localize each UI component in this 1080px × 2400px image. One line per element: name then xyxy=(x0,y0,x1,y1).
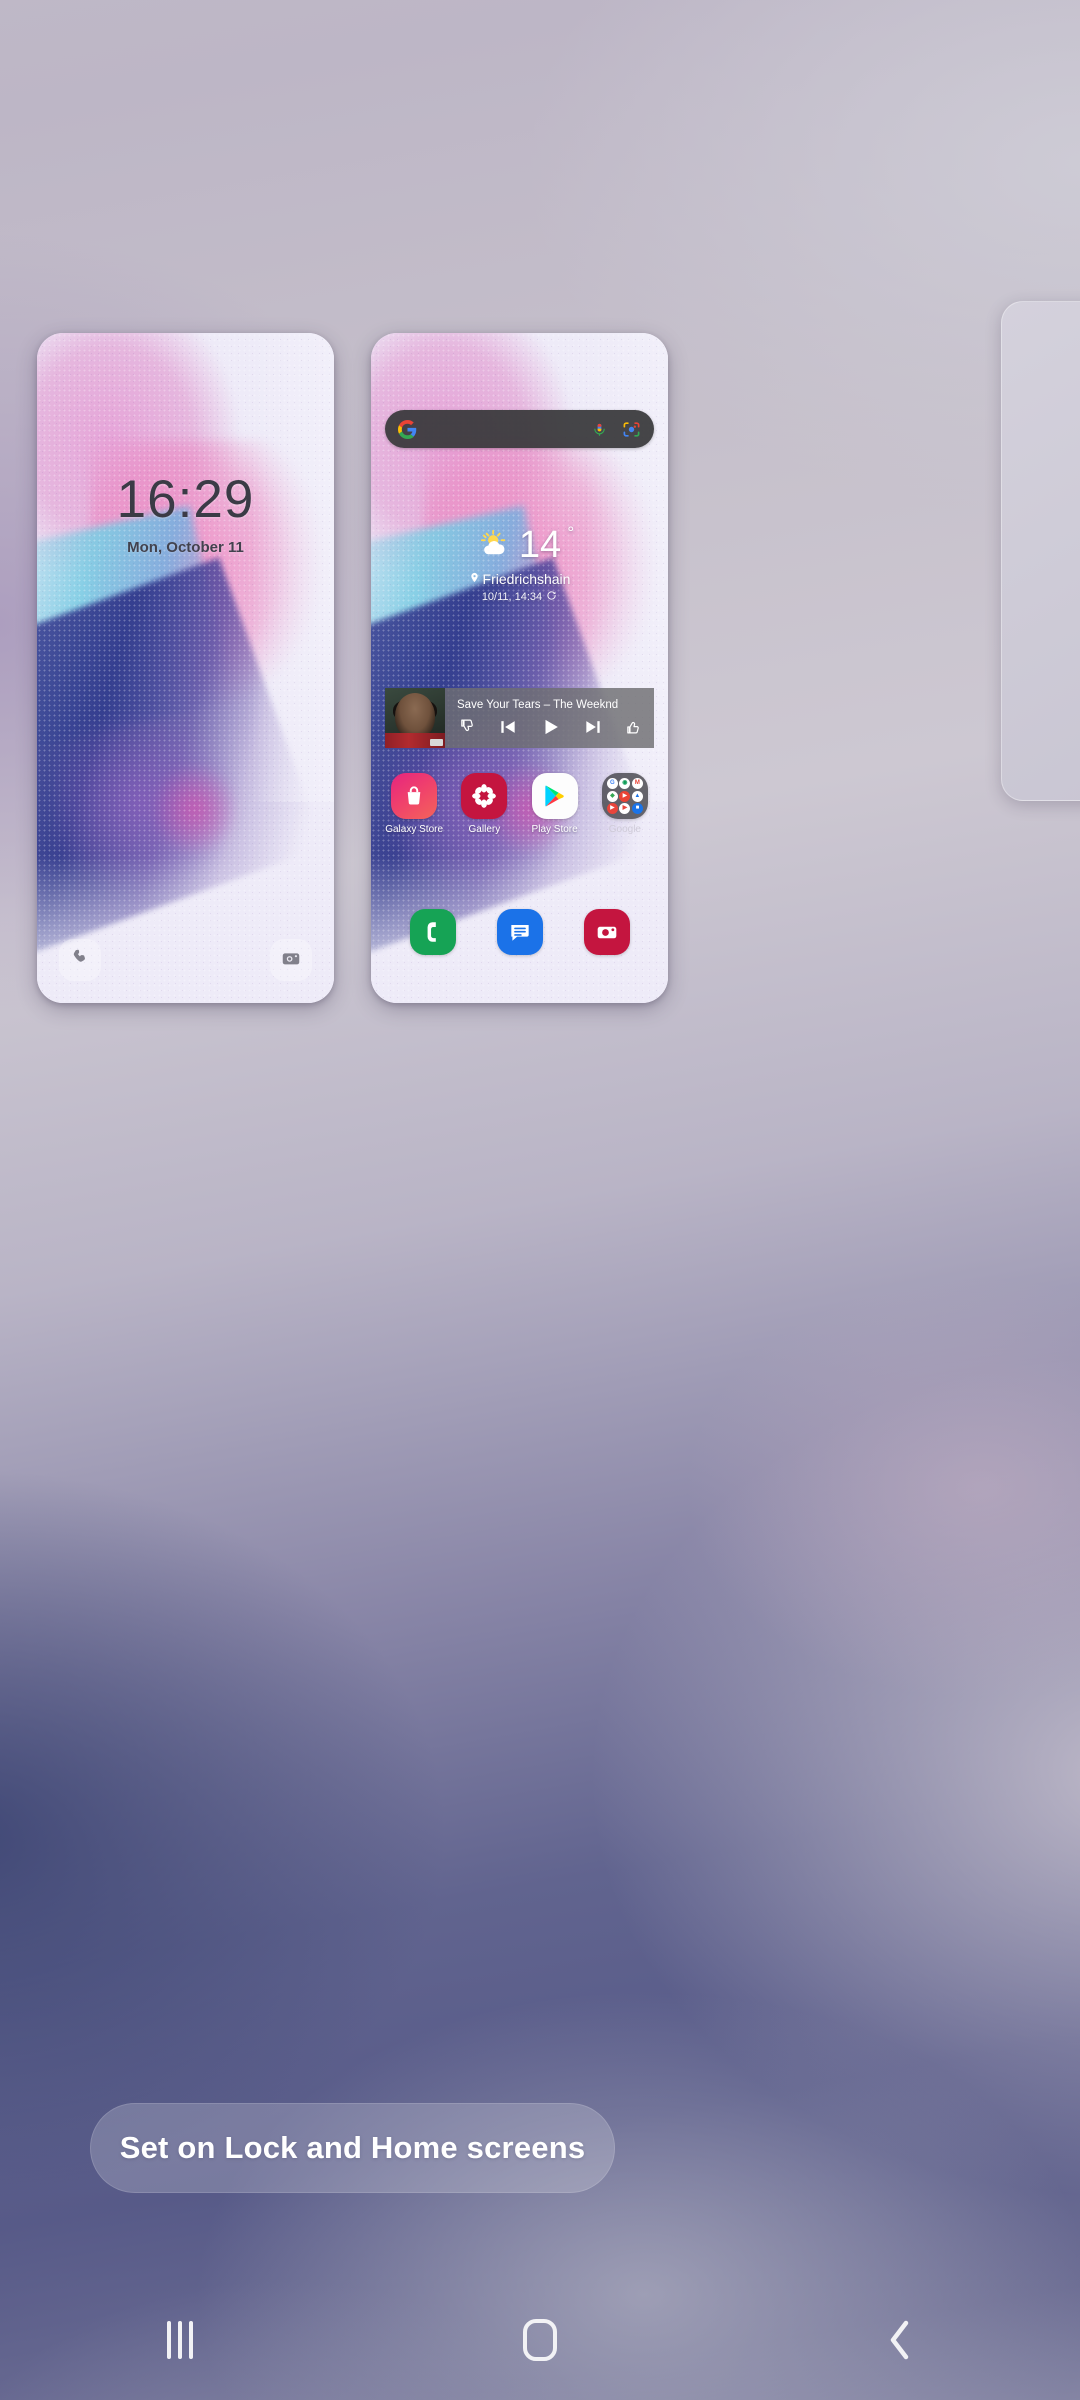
app-label: Galaxy Store xyxy=(385,824,444,835)
back-icon xyxy=(885,2316,915,2364)
app-galaxy-store[interactable]: Galaxy Store xyxy=(381,773,447,835)
app-label: Gallery xyxy=(468,824,501,835)
app-play-store[interactable]: Play Store xyxy=(522,773,588,835)
weather-widget[interactable]: 14 ° Friedrichshain 10/11, 14:34 xyxy=(371,523,668,604)
nav-back-button[interactable] xyxy=(720,2280,1080,2400)
weather-updated-row: 10/11, 14:34 xyxy=(371,590,668,604)
next-wallpaper-preview-card-partial[interactable] xyxy=(1001,301,1080,801)
nav-recents-button[interactable] xyxy=(0,2280,360,2400)
set-wallpaper-button-label: Set on Lock and Home screens xyxy=(119,2130,586,2165)
google-lens-icon[interactable] xyxy=(622,420,641,439)
nav-home-button[interactable] xyxy=(360,2280,720,2400)
gallery-icon xyxy=(461,773,508,819)
system-navigation-bar xyxy=(0,2280,1080,2400)
camera-icon xyxy=(280,947,302,974)
preview-card-row: 16:29 Mon, October 11 14 ° Friedrichshai… xyxy=(0,301,1080,1003)
microphone-icon[interactable] xyxy=(592,420,607,439)
app-gallery[interactable]: Gallery xyxy=(451,773,517,835)
lock-screen-clock: 16:29 xyxy=(116,470,255,529)
play-store-icon xyxy=(531,773,578,819)
player-controls xyxy=(457,714,648,738)
lock-screen-date: Mon, October 11 xyxy=(127,539,244,556)
messages-icon[interactable] xyxy=(496,909,543,955)
recents-icon xyxy=(167,2321,193,2359)
weather-temperature: 14 ° xyxy=(518,523,575,566)
media-player-widget[interactable]: Save Your Tears – The Weeknd xyxy=(385,688,654,748)
app-label: Google xyxy=(608,824,641,835)
app-google-folder[interactable]: G ◉ M ◆ ▶ ▲ ▶ ▶ ■ Google xyxy=(592,773,658,835)
camera-icon[interactable] xyxy=(583,909,630,955)
home-app-row: Galaxy Store Gallery Play Store G ◉ M ◆ … xyxy=(379,773,660,835)
album-art xyxy=(385,688,445,748)
home-icon xyxy=(523,2319,557,2361)
now-playing-title: Save Your Tears – The Weeknd xyxy=(457,698,619,711)
phone-icon[interactable] xyxy=(409,909,456,955)
home-dock xyxy=(389,909,650,955)
previous-button[interactable] xyxy=(498,717,518,737)
play-button[interactable] xyxy=(540,716,562,738)
app-label: Play Store xyxy=(531,824,578,835)
weather-updated-label: 10/11, 14:34 xyxy=(481,591,543,603)
thumbs-down-button[interactable] xyxy=(459,718,476,735)
lock-screen-preview-card[interactable]: 16:29 Mon, October 11 xyxy=(37,333,334,1003)
set-wallpaper-button[interactable]: Set on Lock and Home screens xyxy=(90,2103,615,2193)
google-g-icon xyxy=(398,419,417,439)
google-search-bar[interactable] xyxy=(385,410,654,448)
google-folder-icon: G ◉ M ◆ ▶ ▲ ▶ ▶ ■ xyxy=(601,773,648,819)
wallpaper-art xyxy=(37,333,334,1003)
galaxy-store-icon xyxy=(391,773,438,819)
weather-location-label: Friedrichshain xyxy=(482,571,571,587)
weather-location-row: Friedrichshain xyxy=(371,571,668,587)
phone-icon xyxy=(69,947,91,974)
lock-phone-shortcut[interactable] xyxy=(59,939,101,981)
thumbs-up-button[interactable] xyxy=(625,718,642,735)
next-button[interactable] xyxy=(583,717,603,737)
partly-sunny-icon xyxy=(478,529,512,562)
location-pin-icon xyxy=(469,571,480,587)
home-screen-preview-card[interactable]: 14 ° Friedrichshain 10/11, 14:34 Save Yo… xyxy=(371,333,668,1003)
refresh-icon[interactable] xyxy=(546,590,557,604)
lock-camera-shortcut[interactable] xyxy=(270,939,312,981)
